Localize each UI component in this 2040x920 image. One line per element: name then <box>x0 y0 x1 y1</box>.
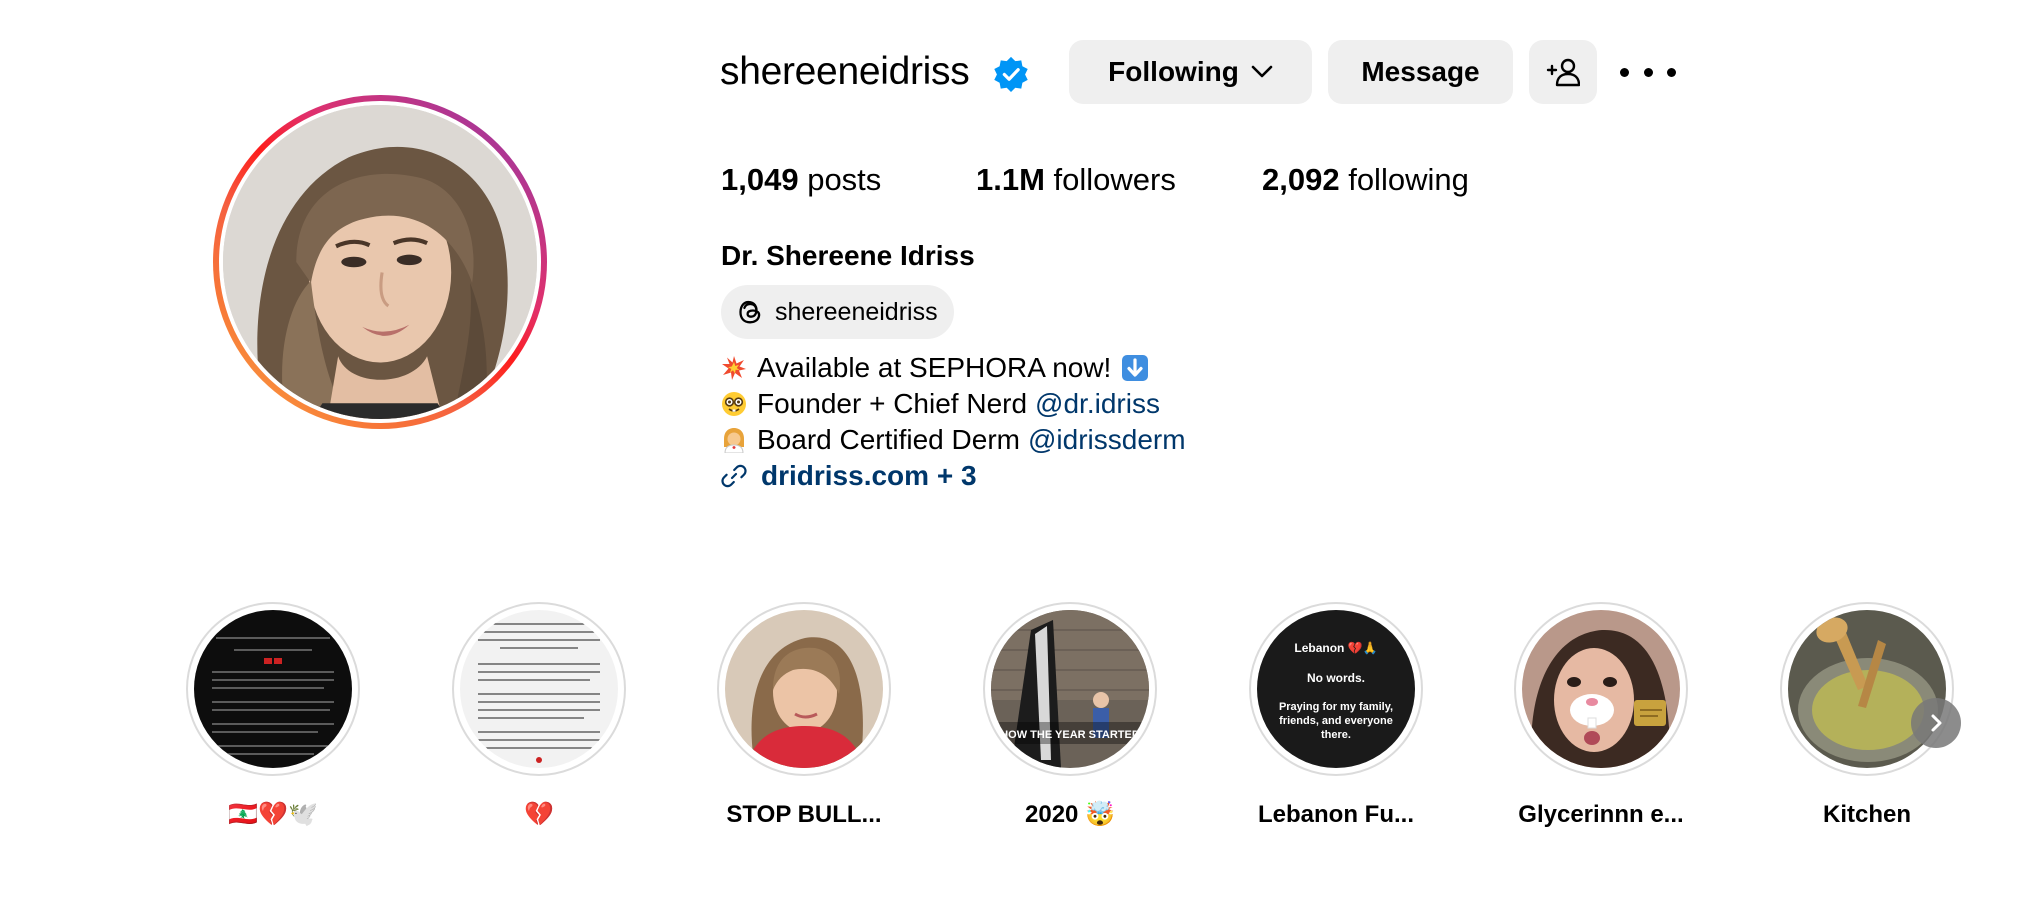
bio-line-2: Founder + Chief Nerd @dr.idriss <box>721 386 1160 422</box>
avatar-photo-image <box>223 105 537 419</box>
add-user-button[interactable] <box>1529 40 1597 104</box>
link-icon <box>721 464 747 488</box>
story-highlight-2[interactable] <box>452 602 626 776</box>
website-link[interactable]: dridriss.com + 3 <box>721 458 977 494</box>
following-count-value: 2,092 <box>1262 162 1340 197</box>
bio-line-3-text: Board Certified Derm <box>757 424 1020 455</box>
story-highlight-3-label: STOP BULL... <box>726 801 882 828</box>
following-button[interactable]: Following <box>1069 40 1312 104</box>
posts-count: 1,049 posts <box>721 160 881 200</box>
following-button-label: Following <box>1108 56 1239 87</box>
health-worker-emoji-icon <box>724 428 744 453</box>
person-add-icon <box>1546 58 1580 87</box>
profile-full-name: Dr. Shereene Idriss <box>721 240 975 271</box>
ellipsis-icon <box>1620 67 1629 77</box>
story-highlight-5-label: Lebanon Fu... <box>1258 801 1414 828</box>
highlight-cover-portrait <box>725 610 883 768</box>
bio-mention-dr-idriss-link[interactable]: @dr.idriss <box>1035 386 1160 422</box>
chevron-right-icon <box>1931 714 1942 732</box>
down-arrow-emoji-icon <box>1122 355 1149 381</box>
highlight-cover-black-card: Lebanon 💔🙏 No words. Praying for my fami… <box>1257 610 1415 768</box>
following-count-link[interactable]: 2,092 following <box>1262 160 1469 200</box>
highlights-next-button[interactable] <box>1911 698 1961 748</box>
highlight-4-overlay-text: HOW THE YEAR STARTED <box>1000 729 1140 741</box>
story-highlight-1[interactable] <box>186 602 360 776</box>
followers-count-value: 1.1M <box>976 162 1045 197</box>
highlight-cover-slide: HOW THE YEAR STARTED <box>991 610 1149 768</box>
story-highlight-3[interactable] <box>717 602 891 776</box>
story-highlight-7-label: Kitchen <box>1822 801 1911 828</box>
story-highlight-4[interactable]: HOW THE YEAR STARTED <box>983 602 1157 776</box>
message-button-label: Message <box>1361 56 1480 87</box>
avatar[interactable] <box>223 105 537 419</box>
story-highlight-7[interactable] <box>1780 602 1954 776</box>
website-link-text: dridriss.com + 3 <box>761 460 977 491</box>
story-highlight-1-label: 🇱🇧💔🕊️ <box>228 801 318 828</box>
highlight-cover-black-text-slide <box>194 610 352 768</box>
nerd-face-emoji-icon <box>722 392 746 416</box>
following-count-label: following <box>1348 162 1469 197</box>
threads-handle: shereeneidriss <box>775 297 938 326</box>
story-highlight-5[interactable]: Lebanon 💔🙏 No words. Praying for my fami… <box>1249 602 1423 776</box>
story-highlight-6[interactable] <box>1514 602 1688 776</box>
posts-count-label: posts <box>807 162 882 197</box>
bio-line-1-text: Available at SEPHORA now! <box>757 352 1112 383</box>
followers-count-link[interactable]: 1.1M followers <box>976 160 1176 200</box>
story-highlight-6-label: Glycerinnn e... <box>1518 801 1684 828</box>
highlight-5-card-line1: No words. <box>1307 671 1365 685</box>
chevron-down-icon <box>1251 65 1273 78</box>
followers-count-label: followers <box>1053 162 1176 197</box>
ellipsis-dot <box>1667 67 1676 77</box>
posts-count-value: 1,049 <box>721 162 799 197</box>
message-button[interactable]: Message <box>1328 40 1513 104</box>
bio-line-3: Board Certified Derm @idrissderm <box>721 422 1186 458</box>
highlight-5-card-title: Lebanon 💔🙏 <box>1294 641 1377 655</box>
highlight-cover-bunny-selfie <box>1522 610 1680 768</box>
profile-username: shereeneidriss <box>720 50 970 93</box>
story-highlight-2-label: 💔 <box>524 801 554 828</box>
verified-badge-icon <box>994 56 1028 93</box>
threads-badge-link[interactable]: shereeneidriss <box>721 285 954 339</box>
story-highlight-4-label: 2020 🤯 <box>1025 801 1115 828</box>
threads-icon <box>739 300 761 324</box>
collision-emoji-icon <box>722 356 746 380</box>
highlight-5-card-line2: Praying for my family, friends, and ever… <box>1278 701 1394 741</box>
ellipsis-dot <box>1643 67 1653 77</box>
bio-line-1: Available at SEPHORA now! <box>721 350 1149 386</box>
highlight-cover-white-text-slide <box>460 610 618 768</box>
bio-line-2-text: Founder + Chief Nerd <box>757 388 1028 419</box>
more-options-button[interactable] <box>1620 56 1676 88</box>
profile-avatar-ring[interactable] <box>213 95 547 429</box>
bio-mention-idrissderm-link[interactable]: @idrissderm <box>1028 422 1186 458</box>
